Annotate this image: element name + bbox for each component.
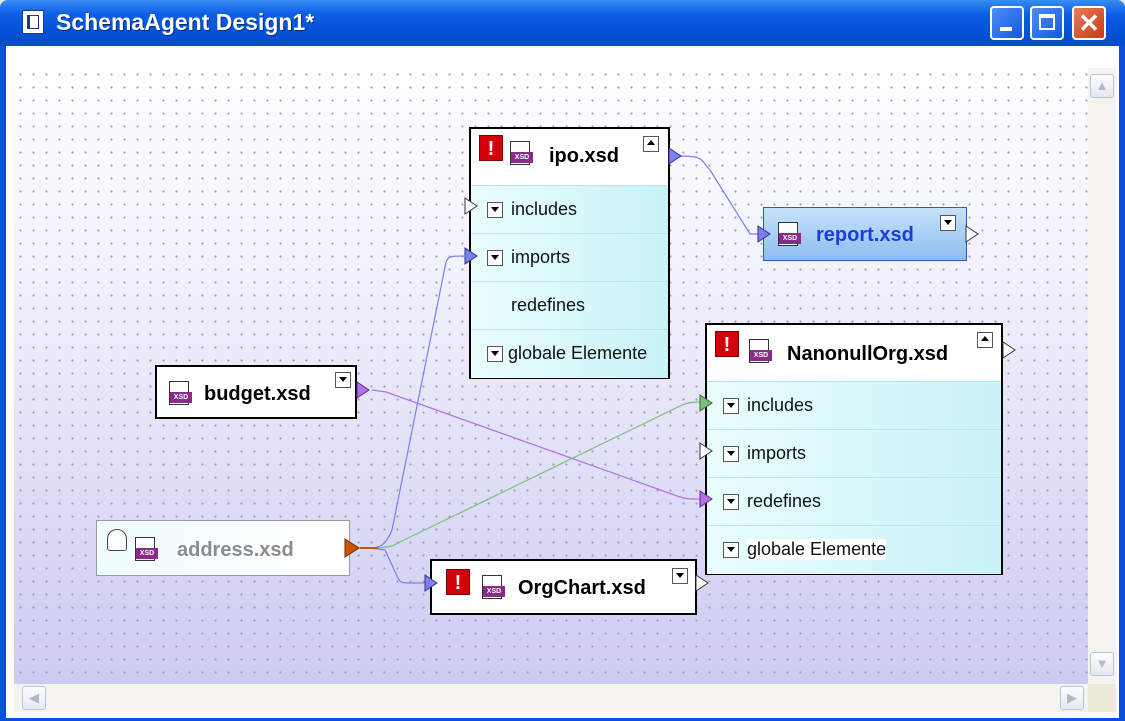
design-document-icon xyxy=(22,10,44,34)
row-globale-elemente[interactable]: globale Elemente xyxy=(707,525,1001,574)
schema-name: NanonullOrg.xsd xyxy=(787,343,949,365)
schema-name: address.xsd xyxy=(177,539,294,561)
unresolved-ghost-icon xyxy=(107,529,127,551)
horizontal-scrollbar[interactable]: ◀ ▶ xyxy=(14,684,1088,712)
error-icon: ! xyxy=(479,135,503,161)
scroll-left-icon[interactable]: ◀ xyxy=(22,686,46,710)
schema-box-nanonullorg[interactable]: ! XSD NanonullOrg.xsd includes imports r… xyxy=(705,323,1003,575)
xsd-file-icon: XSD xyxy=(749,339,773,365)
maximize-button[interactable] xyxy=(1030,6,1064,40)
expand-dropdown-icon[interactable] xyxy=(940,215,956,231)
expand-dropdown-icon[interactable] xyxy=(487,346,503,362)
xsd-file-icon: XSD xyxy=(482,575,506,601)
xsd-file-icon: XSD xyxy=(135,537,159,563)
schema-name: ipo.xsd xyxy=(549,145,620,167)
schema-name: report.xsd xyxy=(816,224,914,246)
schema-header[interactable]: ! XSD NanonullOrg.xsd xyxy=(707,325,1001,381)
minimize-button[interactable] xyxy=(990,6,1024,40)
row-label: imports xyxy=(511,247,571,267)
row-imports[interactable]: imports xyxy=(471,233,668,282)
row-imports[interactable]: imports xyxy=(707,429,1001,478)
row-redefines[interactable]: redefines xyxy=(707,477,1001,526)
xsd-file-icon: XSD xyxy=(778,222,802,248)
expand-dropdown-icon[interactable] xyxy=(487,250,503,266)
row-label: redefines xyxy=(747,491,822,511)
row-label: globale Elemente xyxy=(508,343,648,363)
schema-box-report[interactable]: XSD report.xsd xyxy=(763,207,967,261)
scroll-up-icon[interactable]: ▲ xyxy=(1090,74,1114,98)
scroll-right-icon[interactable]: ▶ xyxy=(1060,686,1084,710)
close-button[interactable]: ✕ xyxy=(1072,6,1106,40)
xsd-file-icon: XSD xyxy=(510,141,534,167)
scroll-down-icon[interactable]: ▼ xyxy=(1090,652,1114,676)
row-label: globale Elemente xyxy=(747,539,887,560)
window-title: SchemaAgent Design1* xyxy=(56,9,315,35)
schema-box-address[interactable]: XSD address.xsd xyxy=(96,520,350,576)
xsd-file-icon: XSD xyxy=(169,381,193,407)
schemaagent-window: SchemaAgent Design1* ✕ ! XSD ipo.xsd inc… xyxy=(0,0,1125,721)
expand-dropdown-icon[interactable] xyxy=(487,202,503,218)
schema-box-ipo[interactable]: ! XSD ipo.xsd includes imports redefines… xyxy=(469,127,670,379)
expand-dropdown-icon[interactable] xyxy=(335,372,351,388)
title-bar[interactable]: SchemaAgent Design1* ✕ xyxy=(0,0,1125,46)
row-globale-elemente[interactable]: globale Elemente xyxy=(471,329,668,378)
row-label: includes xyxy=(747,395,814,415)
expand-dropdown-icon[interactable] xyxy=(723,398,739,414)
expand-dropdown-icon[interactable] xyxy=(672,568,688,584)
expand-dropdown-icon[interactable] xyxy=(723,494,739,510)
expand-dropdown-icon[interactable] xyxy=(723,446,739,462)
row-label: imports xyxy=(747,443,807,463)
row-label: includes xyxy=(511,199,578,219)
row-includes[interactable]: includes xyxy=(471,185,668,234)
error-icon: ! xyxy=(446,569,470,595)
schema-box-orgchart[interactable]: ! XSD OrgChart.xsd xyxy=(430,559,697,615)
row-label: redefines xyxy=(511,295,586,315)
collapse-toggle-icon[interactable] xyxy=(977,332,993,348)
schema-header[interactable]: ! XSD ipo.xsd xyxy=(471,129,668,185)
expand-dropdown-icon[interactable] xyxy=(723,542,739,558)
schema-box-budget[interactable]: XSD budget.xsd xyxy=(155,365,357,419)
row-includes[interactable]: includes xyxy=(707,381,1001,430)
collapse-toggle-icon[interactable] xyxy=(643,136,659,152)
vertical-scrollbar[interactable]: ▲ ▼ xyxy=(1088,68,1116,684)
close-icon: ✕ xyxy=(1078,8,1100,38)
schema-name: OrgChart.xsd xyxy=(518,577,646,599)
scrollbar-corner xyxy=(1088,684,1116,712)
schema-name: budget.xsd xyxy=(204,383,311,405)
error-icon: ! xyxy=(715,331,739,357)
row-redefines[interactable]: redefines xyxy=(471,281,668,330)
